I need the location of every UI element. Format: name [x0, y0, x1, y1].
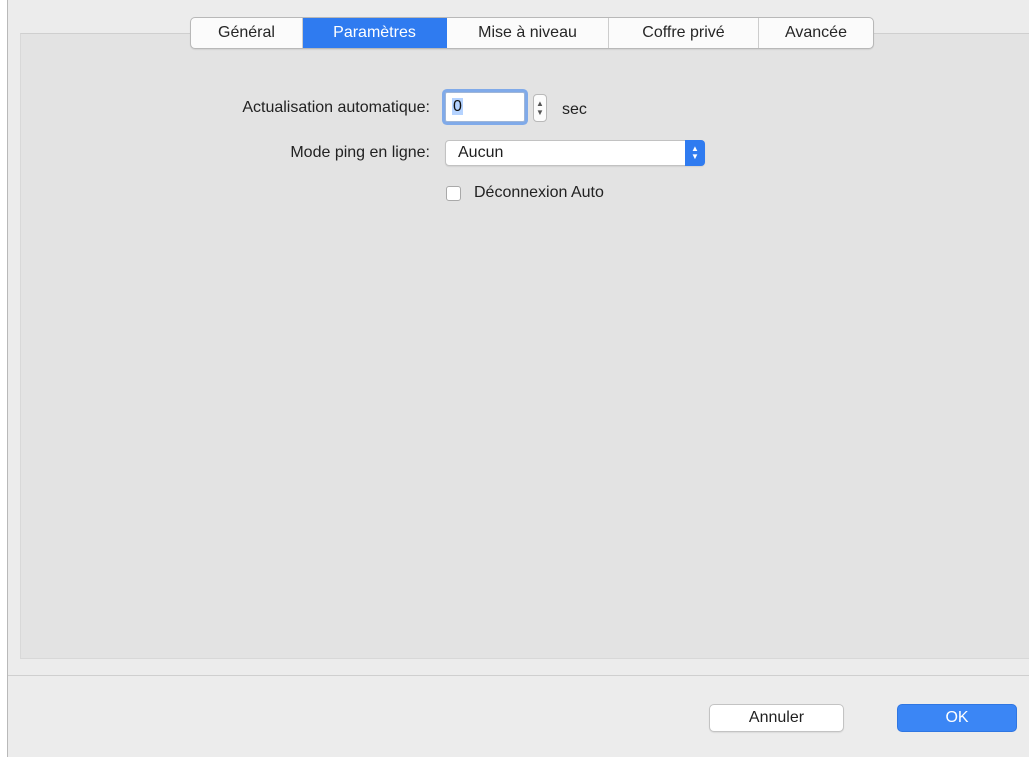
updown-chevron-icon[interactable]: ▲ ▼ — [685, 140, 705, 166]
ping-mode-label: Mode ping en ligne: — [290, 144, 430, 161]
ping-mode-value: Aucun — [458, 144, 504, 161]
chevron-down-icon[interactable]: ▼ — [536, 108, 544, 117]
tab-mise-a-niveau[interactable]: Mise à niveau — [447, 18, 609, 48]
settings-panel — [20, 33, 1029, 659]
tab-parametres[interactable]: Paramètres — [303, 18, 447, 48]
auto-refresh-label: Actualisation automatique: — [242, 99, 430, 116]
auto-refresh-unit: sec — [562, 101, 587, 118]
auto-refresh-input[interactable]: 0 — [445, 92, 525, 122]
tab-coffre-prive[interactable]: Coffre privé — [609, 18, 759, 48]
ok-button[interactable]: OK — [897, 704, 1017, 732]
cancel-button[interactable]: Annuler — [709, 704, 844, 732]
tab-avancee[interactable]: Avancée — [759, 18, 873, 48]
chevron-up-icon[interactable]: ▲ — [536, 99, 544, 108]
tab-general[interactable]: Général — [191, 18, 303, 48]
auto-refresh-stepper[interactable]: ▲ ▼ — [533, 94, 547, 122]
auto-disconnect-label[interactable]: Déconnexion Auto — [474, 184, 604, 202]
auto-refresh-value: 0 — [452, 98, 463, 115]
tab-bar: Général Paramètres Mise à niveau Coffre … — [190, 17, 874, 49]
footer-divider — [8, 675, 1029, 676]
preferences-window: Général Paramètres Mise à niveau Coffre … — [7, 0, 1029, 757]
auto-disconnect-checkbox[interactable] — [446, 186, 461, 201]
ping-mode-select[interactable]: Aucun ▲ ▼ — [445, 140, 705, 166]
